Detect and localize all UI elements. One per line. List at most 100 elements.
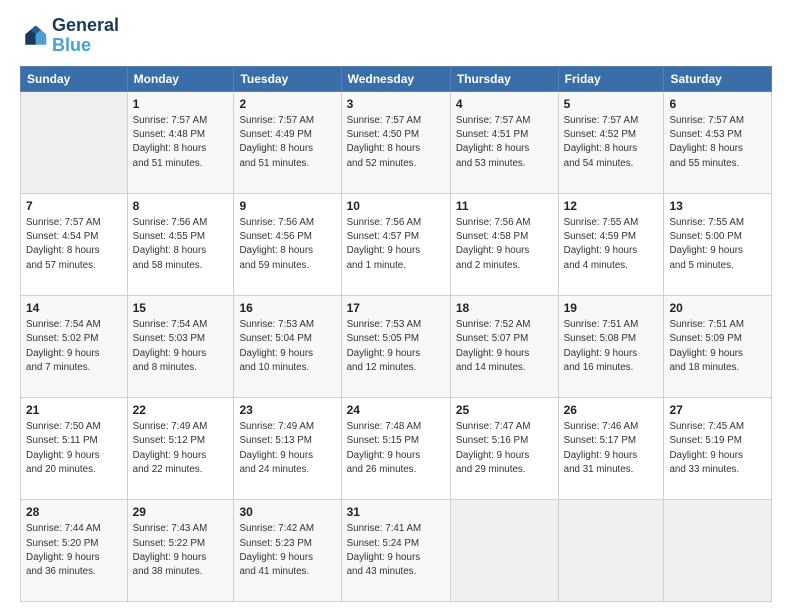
day-info: Sunrise: 7:50 AMSunset: 5:11 PMDaylight:… [26, 420, 122, 477]
day-cell: 11Sunrise: 7:56 AMSunset: 4:58 PMDayligh… [450, 193, 558, 295]
day-cell: 7Sunrise: 7:57 AMSunset: 4:54 PMDaylight… [21, 193, 128, 295]
day-cell: 29Sunrise: 7:43 AMSunset: 5:22 PMDayligh… [127, 499, 234, 601]
day-number: 12 [564, 198, 659, 215]
calendar-table: SundayMondayTuesdayWednesdayThursdayFrid… [20, 66, 772, 602]
day-number: 11 [456, 198, 553, 215]
day-info: Sunrise: 7:49 AMSunset: 5:12 PMDaylight:… [133, 420, 229, 477]
day-cell: 14Sunrise: 7:54 AMSunset: 5:02 PMDayligh… [21, 295, 128, 397]
header-row: SundayMondayTuesdayWednesdayThursdayFrid… [21, 66, 772, 91]
day-info: Sunrise: 7:46 AMSunset: 5:17 PMDaylight:… [564, 420, 659, 477]
day-info: Sunrise: 7:57 AMSunset: 4:50 PMDaylight:… [347, 114, 445, 171]
day-info: Sunrise: 7:56 AMSunset: 4:58 PMDaylight:… [456, 216, 553, 273]
day-cell: 15Sunrise: 7:54 AMSunset: 5:03 PMDayligh… [127, 295, 234, 397]
day-info: Sunrise: 7:51 AMSunset: 5:08 PMDaylight:… [564, 318, 659, 375]
day-number: 29 [133, 504, 229, 521]
day-number: 22 [133, 402, 229, 419]
day-number: 5 [564, 96, 659, 113]
day-cell: 4Sunrise: 7:57 AMSunset: 4:51 PMDaylight… [450, 91, 558, 193]
day-number: 4 [456, 96, 553, 113]
day-cell: 13Sunrise: 7:55 AMSunset: 5:00 PMDayligh… [664, 193, 772, 295]
day-number: 20 [669, 300, 766, 317]
day-number: 28 [26, 504, 122, 521]
day-info: Sunrise: 7:53 AMSunset: 5:04 PMDaylight:… [239, 318, 335, 375]
day-info: Sunrise: 7:42 AMSunset: 5:23 PMDaylight:… [239, 522, 335, 579]
day-number: 26 [564, 402, 659, 419]
day-info: Sunrise: 7:45 AMSunset: 5:19 PMDaylight:… [669, 420, 766, 477]
day-cell: 20Sunrise: 7:51 AMSunset: 5:09 PMDayligh… [664, 295, 772, 397]
header-day: Sunday [21, 66, 128, 91]
day-info: Sunrise: 7:57 AMSunset: 4:54 PMDaylight:… [26, 216, 122, 273]
day-cell: 23Sunrise: 7:49 AMSunset: 5:13 PMDayligh… [234, 397, 341, 499]
day-cell: 3Sunrise: 7:57 AMSunset: 4:50 PMDaylight… [341, 91, 450, 193]
day-cell: 6Sunrise: 7:57 AMSunset: 4:53 PMDaylight… [664, 91, 772, 193]
day-number: 30 [239, 504, 335, 521]
day-cell: 26Sunrise: 7:46 AMSunset: 5:17 PMDayligh… [558, 397, 664, 499]
header-day: Tuesday [234, 66, 341, 91]
day-number: 23 [239, 402, 335, 419]
day-info: Sunrise: 7:44 AMSunset: 5:20 PMDaylight:… [26, 522, 122, 579]
day-number: 6 [669, 96, 766, 113]
day-cell: 19Sunrise: 7:51 AMSunset: 5:08 PMDayligh… [558, 295, 664, 397]
day-cell: 16Sunrise: 7:53 AMSunset: 5:04 PMDayligh… [234, 295, 341, 397]
day-number: 19 [564, 300, 659, 317]
day-cell: 28Sunrise: 7:44 AMSunset: 5:20 PMDayligh… [21, 499, 128, 601]
day-cell [21, 91, 128, 193]
week-row: 28Sunrise: 7:44 AMSunset: 5:20 PMDayligh… [21, 499, 772, 601]
week-row: 14Sunrise: 7:54 AMSunset: 5:02 PMDayligh… [21, 295, 772, 397]
page: General Blue SundayMondayTuesdayWednesda… [0, 0, 792, 612]
day-info: Sunrise: 7:52 AMSunset: 5:07 PMDaylight:… [456, 318, 553, 375]
day-number: 16 [239, 300, 335, 317]
header-day: Thursday [450, 66, 558, 91]
day-info: Sunrise: 7:48 AMSunset: 5:15 PMDaylight:… [347, 420, 445, 477]
day-number: 17 [347, 300, 445, 317]
day-info: Sunrise: 7:49 AMSunset: 5:13 PMDaylight:… [239, 420, 335, 477]
day-info: Sunrise: 7:55 AMSunset: 5:00 PMDaylight:… [669, 216, 766, 273]
day-number: 10 [347, 198, 445, 215]
day-number: 2 [239, 96, 335, 113]
day-cell: 31Sunrise: 7:41 AMSunset: 5:24 PMDayligh… [341, 499, 450, 601]
day-info: Sunrise: 7:53 AMSunset: 5:05 PMDaylight:… [347, 318, 445, 375]
day-cell: 18Sunrise: 7:52 AMSunset: 5:07 PMDayligh… [450, 295, 558, 397]
day-cell: 10Sunrise: 7:56 AMSunset: 4:57 PMDayligh… [341, 193, 450, 295]
day-cell: 8Sunrise: 7:56 AMSunset: 4:55 PMDaylight… [127, 193, 234, 295]
week-row: 1Sunrise: 7:57 AMSunset: 4:48 PMDaylight… [21, 91, 772, 193]
day-info: Sunrise: 7:41 AMSunset: 5:24 PMDaylight:… [347, 522, 445, 579]
logo-icon [20, 22, 48, 50]
week-row: 21Sunrise: 7:50 AMSunset: 5:11 PMDayligh… [21, 397, 772, 499]
day-cell: 22Sunrise: 7:49 AMSunset: 5:12 PMDayligh… [127, 397, 234, 499]
logo: General Blue [20, 16, 119, 56]
day-info: Sunrise: 7:57 AMSunset: 4:48 PMDaylight:… [133, 114, 229, 171]
day-cell: 25Sunrise: 7:47 AMSunset: 5:16 PMDayligh… [450, 397, 558, 499]
day-cell [558, 499, 664, 601]
day-info: Sunrise: 7:55 AMSunset: 4:59 PMDaylight:… [564, 216, 659, 273]
day-cell: 21Sunrise: 7:50 AMSunset: 5:11 PMDayligh… [21, 397, 128, 499]
day-cell: 12Sunrise: 7:55 AMSunset: 4:59 PMDayligh… [558, 193, 664, 295]
day-number: 18 [456, 300, 553, 317]
day-number: 1 [133, 96, 229, 113]
day-number: 24 [347, 402, 445, 419]
week-row: 7Sunrise: 7:57 AMSunset: 4:54 PMDaylight… [21, 193, 772, 295]
day-info: Sunrise: 7:57 AMSunset: 4:52 PMDaylight:… [564, 114, 659, 171]
day-info: Sunrise: 7:57 AMSunset: 4:51 PMDaylight:… [456, 114, 553, 171]
header-day: Monday [127, 66, 234, 91]
header-day: Friday [558, 66, 664, 91]
day-number: 14 [26, 300, 122, 317]
day-cell [664, 499, 772, 601]
day-info: Sunrise: 7:54 AMSunset: 5:03 PMDaylight:… [133, 318, 229, 375]
day-number: 13 [669, 198, 766, 215]
day-info: Sunrise: 7:47 AMSunset: 5:16 PMDaylight:… [456, 420, 553, 477]
day-info: Sunrise: 7:57 AMSunset: 4:49 PMDaylight:… [239, 114, 335, 171]
day-info: Sunrise: 7:54 AMSunset: 5:02 PMDaylight:… [26, 318, 122, 375]
day-cell: 30Sunrise: 7:42 AMSunset: 5:23 PMDayligh… [234, 499, 341, 601]
day-cell: 2Sunrise: 7:57 AMSunset: 4:49 PMDaylight… [234, 91, 341, 193]
day-number: 25 [456, 402, 553, 419]
day-number: 15 [133, 300, 229, 317]
day-info: Sunrise: 7:56 AMSunset: 4:57 PMDaylight:… [347, 216, 445, 273]
header-day: Wednesday [341, 66, 450, 91]
day-number: 27 [669, 402, 766, 419]
day-number: 8 [133, 198, 229, 215]
day-info: Sunrise: 7:51 AMSunset: 5:09 PMDaylight:… [669, 318, 766, 375]
day-cell: 5Sunrise: 7:57 AMSunset: 4:52 PMDaylight… [558, 91, 664, 193]
logo-text: General Blue [52, 16, 119, 56]
header: General Blue [20, 16, 772, 56]
